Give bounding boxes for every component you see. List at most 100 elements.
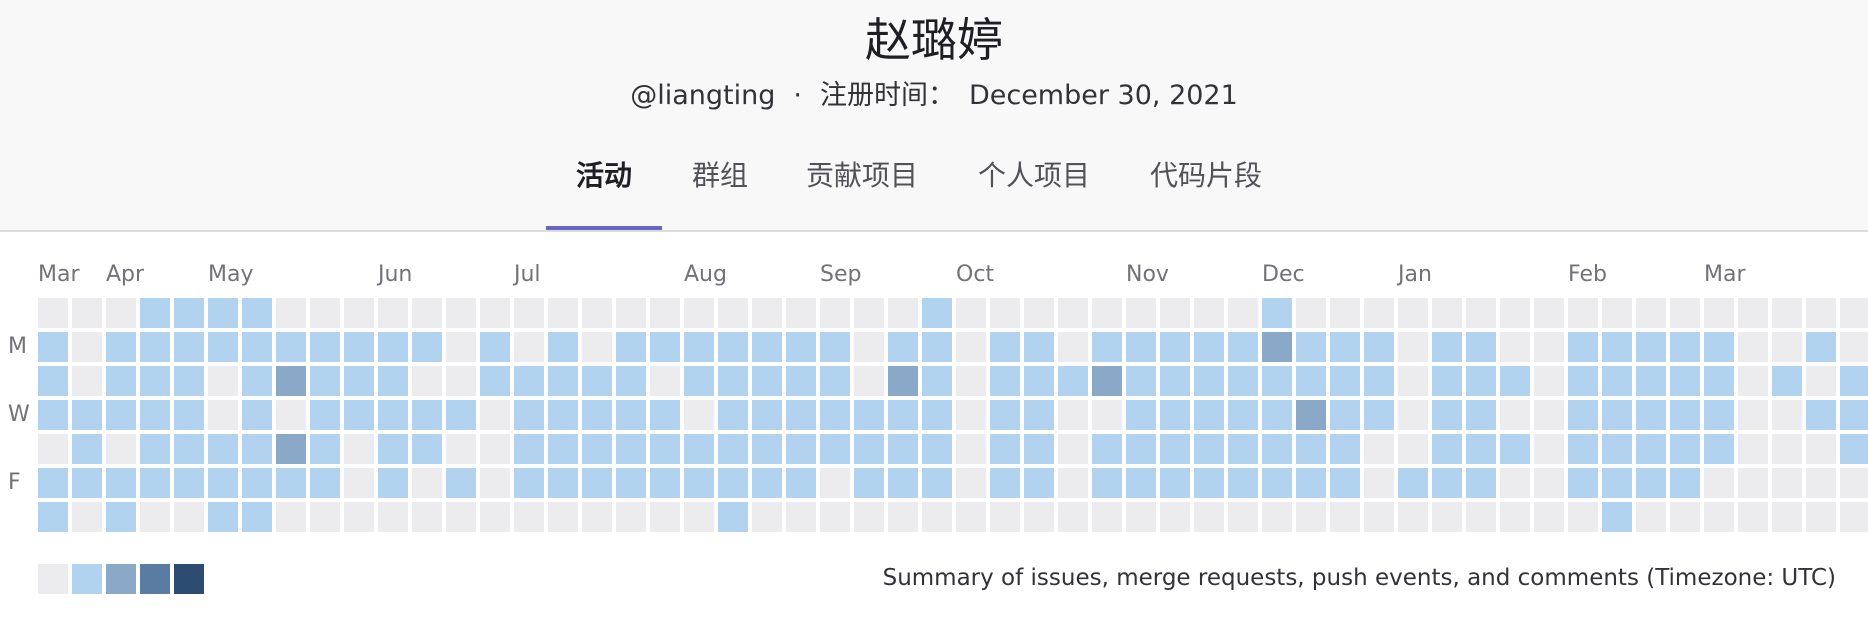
contribution-cell[interactable] bbox=[140, 434, 170, 464]
contribution-cell[interactable] bbox=[1194, 502, 1224, 532]
contribution-cell[interactable] bbox=[276, 502, 306, 532]
contribution-cell[interactable] bbox=[446, 298, 476, 328]
contribution-cell[interactable] bbox=[1024, 400, 1054, 430]
contribution-cell[interactable] bbox=[1568, 366, 1598, 396]
contribution-cell[interactable] bbox=[310, 400, 340, 430]
contribution-cell[interactable] bbox=[72, 468, 102, 498]
contribution-cell[interactable] bbox=[1160, 366, 1190, 396]
contribution-cell[interactable] bbox=[1806, 434, 1836, 464]
contribution-cell[interactable] bbox=[888, 468, 918, 498]
contribution-cell[interactable] bbox=[1296, 400, 1326, 430]
contribution-cell[interactable] bbox=[1670, 400, 1700, 430]
contribution-cell[interactable] bbox=[1772, 400, 1802, 430]
contribution-cell[interactable] bbox=[174, 332, 204, 362]
contribution-cell[interactable] bbox=[446, 332, 476, 362]
contribution-cell[interactable] bbox=[1058, 366, 1088, 396]
contribution-cell[interactable] bbox=[1704, 400, 1734, 430]
contribution-cell[interactable] bbox=[1262, 468, 1292, 498]
contribution-cell[interactable] bbox=[1432, 468, 1462, 498]
contribution-cell[interactable] bbox=[208, 298, 238, 328]
contribution-cell[interactable] bbox=[1228, 332, 1258, 362]
contribution-cell[interactable] bbox=[1704, 434, 1734, 464]
contribution-cell[interactable] bbox=[786, 298, 816, 328]
contribution-cell[interactable] bbox=[1636, 502, 1666, 532]
contribution-cell[interactable] bbox=[548, 400, 578, 430]
contribution-cell[interactable] bbox=[1092, 502, 1122, 532]
contribution-cell[interactable] bbox=[1024, 298, 1054, 328]
contribution-cell[interactable] bbox=[922, 400, 952, 430]
contribution-cell[interactable] bbox=[752, 468, 782, 498]
contribution-cell[interactable] bbox=[1228, 400, 1258, 430]
contribution-cell[interactable] bbox=[208, 366, 238, 396]
contribution-cell[interactable] bbox=[140, 366, 170, 396]
contribution-cell[interactable] bbox=[990, 502, 1020, 532]
contribution-cell[interactable] bbox=[1738, 468, 1768, 498]
contribution-cell[interactable] bbox=[684, 502, 714, 532]
contribution-cell[interactable] bbox=[1636, 366, 1666, 396]
contribution-cell[interactable] bbox=[514, 400, 544, 430]
contribution-cell[interactable] bbox=[1466, 332, 1496, 362]
contribution-cell[interactable] bbox=[1194, 468, 1224, 498]
contribution-cell[interactable] bbox=[1772, 366, 1802, 396]
contribution-cell[interactable] bbox=[1806, 502, 1836, 532]
contribution-cell[interactable] bbox=[786, 434, 816, 464]
contribution-cell[interactable] bbox=[1738, 298, 1768, 328]
contribution-cell[interactable] bbox=[616, 366, 646, 396]
contribution-cell[interactable] bbox=[1194, 434, 1224, 464]
contribution-cell[interactable] bbox=[718, 468, 748, 498]
contribution-cell[interactable] bbox=[854, 332, 884, 362]
contribution-cell[interactable] bbox=[174, 468, 204, 498]
contribution-cell[interactable] bbox=[956, 468, 986, 498]
contribution-cell[interactable] bbox=[310, 502, 340, 532]
contribution-cell[interactable] bbox=[1636, 434, 1666, 464]
contribution-cell[interactable] bbox=[1160, 502, 1190, 532]
tab-activity[interactable]: 活动 bbox=[546, 150, 662, 230]
contribution-cell[interactable] bbox=[1500, 298, 1530, 328]
contribution-cell[interactable] bbox=[1534, 502, 1564, 532]
contribution-cell[interactable] bbox=[1806, 468, 1836, 498]
contribution-cell[interactable] bbox=[378, 400, 408, 430]
contribution-cell[interactable] bbox=[344, 468, 374, 498]
contribution-cell[interactable] bbox=[1534, 468, 1564, 498]
contribution-cell[interactable] bbox=[344, 502, 374, 532]
contribution-cell[interactable] bbox=[820, 332, 850, 362]
contribution-cell[interactable] bbox=[140, 400, 170, 430]
contribution-cell[interactable] bbox=[1024, 434, 1054, 464]
contribution-cell[interactable] bbox=[1364, 298, 1394, 328]
contribution-cell[interactable] bbox=[854, 298, 884, 328]
contribution-cell[interactable] bbox=[1194, 298, 1224, 328]
contribution-cell[interactable] bbox=[990, 366, 1020, 396]
contribution-cell[interactable] bbox=[480, 400, 510, 430]
contribution-cell[interactable] bbox=[888, 332, 918, 362]
contribution-cell[interactable] bbox=[378, 366, 408, 396]
contribution-cell[interactable] bbox=[1432, 400, 1462, 430]
contribution-cell[interactable] bbox=[1160, 298, 1190, 328]
contribution-cell[interactable] bbox=[1704, 468, 1734, 498]
contribution-cell[interactable] bbox=[242, 434, 272, 464]
contribution-cell[interactable] bbox=[1602, 400, 1632, 430]
contribution-cell[interactable] bbox=[412, 298, 442, 328]
contribution-cell[interactable] bbox=[548, 468, 578, 498]
contribution-cell[interactable] bbox=[1500, 400, 1530, 430]
contribution-cell[interactable] bbox=[140, 468, 170, 498]
contribution-cell[interactable] bbox=[854, 366, 884, 396]
contribution-cell[interactable] bbox=[548, 502, 578, 532]
contribution-cell[interactable] bbox=[480, 502, 510, 532]
contribution-cell[interactable] bbox=[650, 366, 680, 396]
contribution-cell[interactable] bbox=[1670, 332, 1700, 362]
contribution-cell[interactable] bbox=[548, 298, 578, 328]
contribution-cell[interactable] bbox=[1466, 468, 1496, 498]
contribution-cell[interactable] bbox=[1704, 298, 1734, 328]
contribution-cell[interactable] bbox=[1636, 468, 1666, 498]
contribution-cell[interactable] bbox=[1568, 468, 1598, 498]
contribution-cell[interactable] bbox=[1296, 468, 1326, 498]
contribution-cell[interactable] bbox=[1194, 400, 1224, 430]
contribution-cell[interactable] bbox=[1704, 332, 1734, 362]
contribution-cell[interactable] bbox=[650, 434, 680, 464]
contribution-cell[interactable] bbox=[990, 332, 1020, 362]
contribution-cell[interactable] bbox=[888, 400, 918, 430]
contribution-cell[interactable] bbox=[1364, 400, 1394, 430]
contribution-cell[interactable] bbox=[310, 434, 340, 464]
contribution-cell[interactable] bbox=[1534, 366, 1564, 396]
contribution-cell[interactable] bbox=[174, 502, 204, 532]
